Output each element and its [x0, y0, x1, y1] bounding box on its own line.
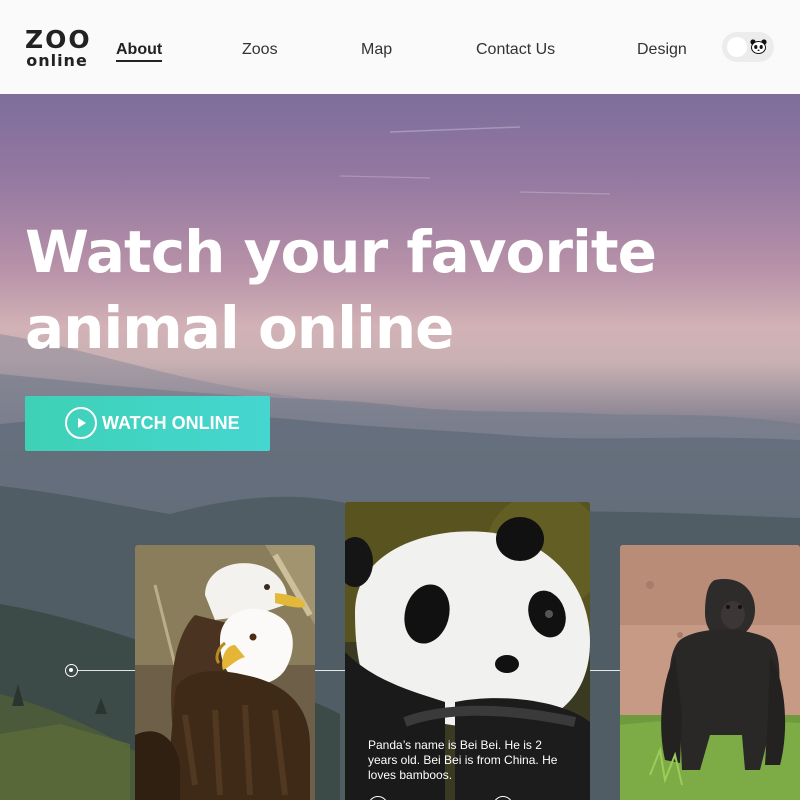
carousel-line: [315, 670, 345, 671]
carousel-position-dot[interactable]: [65, 664, 78, 677]
nav-link-design[interactable]: Design: [637, 40, 687, 60]
nav-link-map[interactable]: Map: [361, 40, 392, 60]
nav-link-about[interactable]: About: [116, 40, 163, 62]
carousel-card-eagle[interactable]: [135, 545, 315, 800]
site-logo[interactable]: ZOO online: [25, 25, 92, 70]
panda-caption: Panda’s name is Bei Bei. He is 2 years o…: [368, 738, 558, 782]
play-icon: [65, 407, 97, 439]
logo-text-top: ZOO: [25, 25, 92, 54]
watch-online-label: WATCH ONLINE: [102, 413, 240, 433]
hero-headline-line2: animal online: [25, 294, 455, 362]
eagle-photo: [135, 545, 315, 800]
toggle-knob: [727, 37, 747, 57]
carousel-card-gorilla[interactable]: [620, 545, 800, 800]
hero-section: Watch your favorite animal online WATCH …: [0, 94, 800, 800]
gorilla-photo: [620, 545, 800, 800]
carousel-card-panda[interactable]: Panda’s name is Bei Bei. He is 2 years o…: [345, 502, 590, 800]
hero-headline-line1: Watch your favorite: [25, 218, 657, 286]
carousel-line: [77, 670, 135, 671]
watch-online-button[interactable]: WATCH ONLINE: [25, 396, 270, 451]
theme-toggle[interactable]: [722, 32, 774, 62]
site-header: ZOO online About Zoos Map Contact Us Des…: [0, 0, 800, 94]
nav-link-zoos[interactable]: Zoos: [242, 40, 278, 60]
carousel-line: [590, 670, 620, 671]
hero-headline: Watch your favorite animal online: [25, 214, 665, 366]
logo-text-bottom: online: [26, 51, 88, 70]
nav-link-contact-us[interactable]: Contact Us: [476, 40, 555, 60]
panda-icon: [750, 39, 767, 54]
